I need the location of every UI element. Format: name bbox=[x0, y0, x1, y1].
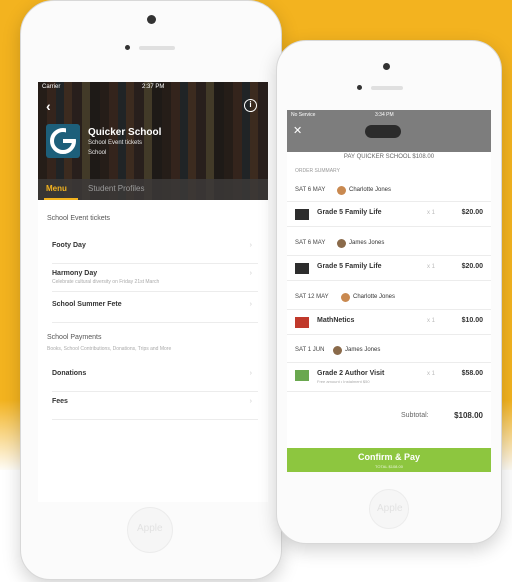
back-arrow-icon[interactable]: ‹ bbox=[46, 98, 51, 114]
list-item-donations[interactable]: Donations › bbox=[52, 364, 258, 392]
student-name: Charlotte Jones bbox=[349, 187, 392, 193]
confirm-pay-button[interactable]: Confirm & Pay TOTAL $108.00 bbox=[287, 448, 491, 472]
subtotal-value: $108.00 bbox=[454, 411, 483, 420]
status-carrier: Carrier bbox=[42, 84, 61, 90]
pay-title: PAY QUICKER SCHOOL $108.00 bbox=[343, 154, 435, 160]
section-title: School Payments bbox=[47, 334, 102, 341]
order-item[interactable]: Grade 2 Author Visit Free amount • Insta… bbox=[287, 362, 491, 392]
item-price: $58.00 bbox=[461, 370, 483, 377]
section-title: School Event tickets bbox=[47, 215, 111, 222]
order-item[interactable]: Grade 5 Family Life x 1 $20.00 bbox=[287, 201, 491, 227]
subtotal-label: Subtotal: bbox=[401, 412, 429, 419]
event-icon bbox=[295, 263, 309, 274]
item-label: Footy Day bbox=[52, 242, 86, 249]
order-date: SAT 6 MAY bbox=[295, 240, 326, 246]
right-screen: No Service 3:34 PM ✕ PAY QUICKER SCHOOL … bbox=[287, 110, 491, 472]
item-name: MathNetics bbox=[317, 317, 355, 324]
chevron-right-icon: › bbox=[249, 370, 252, 377]
chevron-right-icon: › bbox=[249, 398, 252, 405]
left-screen: Carrier 2:37 PM ‹ i Quicker School Schoo… bbox=[38, 82, 268, 502]
item-subtitle: Free amount • Instalment $50 bbox=[317, 379, 370, 384]
avatar bbox=[337, 239, 346, 248]
chevron-right-icon: › bbox=[249, 242, 252, 249]
home-logo: Apple bbox=[377, 503, 403, 514]
school-subtitle: School Event tickets bbox=[88, 140, 143, 146]
order-item[interactable]: Grade 5 Family Life x 1 $20.00 bbox=[287, 255, 491, 281]
tab-indicator bbox=[44, 198, 78, 200]
item-price: $20.00 bbox=[461, 209, 483, 216]
student-name: Charlotte Jones bbox=[353, 294, 396, 300]
author-visit-icon bbox=[295, 370, 309, 381]
order-date: SAT 1 JUN bbox=[295, 347, 325, 353]
avatar bbox=[337, 186, 346, 195]
school-name: Quicker School bbox=[88, 127, 162, 138]
avatar bbox=[341, 293, 350, 302]
status-carrier: No Service bbox=[291, 112, 316, 118]
front-camera bbox=[383, 63, 390, 70]
confirm-pay-label: Confirm & Pay bbox=[357, 452, 420, 462]
app-logo bbox=[365, 125, 401, 138]
item-name: Grade 5 Family Life bbox=[317, 263, 382, 270]
home-logo: Apple bbox=[137, 523, 163, 534]
item-name: Grade 5 Family Life bbox=[317, 209, 382, 216]
item-label: Harmony Day bbox=[52, 270, 98, 277]
item-label: Fees bbox=[52, 398, 68, 405]
order-date: SAT 12 MAY bbox=[295, 294, 329, 300]
status-time: 2:37 PM bbox=[142, 84, 165, 90]
avatar bbox=[333, 346, 342, 355]
speaker bbox=[371, 86, 403, 90]
item-price: $20.00 bbox=[461, 263, 483, 270]
school-logo bbox=[46, 124, 80, 158]
status-time: 3:34 PM bbox=[375, 112, 394, 118]
order-group-header: SAT 1 JUN James Jones bbox=[287, 345, 491, 359]
order-group-header: SAT 12 MAY Charlotte Jones bbox=[287, 292, 491, 306]
list-item-harmony-day[interactable]: Harmony Day Celebrate cultural diversity… bbox=[52, 264, 258, 292]
item-label: Donations bbox=[52, 370, 87, 377]
mathnetics-logo-icon bbox=[295, 317, 309, 328]
school-category: School bbox=[88, 150, 107, 156]
order-group-header: SAT 6 MAY James Jones bbox=[287, 238, 491, 252]
item-qty: x 1 bbox=[427, 318, 436, 324]
order-item[interactable]: MathNetics x 1 $10.00 bbox=[287, 309, 491, 335]
item-label: School Summer Fete bbox=[52, 301, 122, 308]
order-group-header: SAT 6 MAY Charlotte Jones bbox=[287, 185, 491, 199]
chevron-right-icon: › bbox=[249, 270, 252, 277]
item-name: Grade 2 Author Visit bbox=[317, 370, 385, 377]
chevron-right-icon: › bbox=[249, 301, 252, 308]
confirm-pay-total: TOTAL $108.00 bbox=[375, 464, 403, 469]
event-icon bbox=[295, 209, 309, 220]
info-icon[interactable]: i bbox=[244, 99, 257, 112]
item-qty: x 1 bbox=[427, 210, 436, 216]
list-item-fees[interactable]: Fees › bbox=[52, 392, 258, 420]
order-date: SAT 6 MAY bbox=[295, 187, 326, 193]
tab-student-profiles[interactable]: Student Profiles bbox=[88, 184, 144, 193]
item-qty: x 1 bbox=[427, 371, 436, 377]
close-icon[interactable]: ✕ bbox=[293, 124, 302, 137]
list-item-school-summer-fete[interactable]: School Summer Fete › bbox=[52, 295, 258, 323]
tab-bar: Menu Student Profiles bbox=[38, 179, 268, 200]
student-name: James Jones bbox=[349, 240, 385, 246]
sensor bbox=[357, 85, 362, 90]
checkout-header: No Service 3:34 PM ✕ bbox=[287, 110, 491, 152]
item-qty: x 1 bbox=[427, 264, 436, 270]
list-item-footy-day[interactable]: Footy Day › bbox=[52, 236, 258, 264]
item-subtitle: Celebrate cultural diversity on Friday 2… bbox=[52, 279, 160, 285]
item-price: $10.00 bbox=[461, 317, 483, 324]
student-name: James Jones bbox=[345, 347, 381, 353]
tab-menu[interactable]: Menu bbox=[46, 184, 67, 193]
order-summary-label: ORDER SUMMARY bbox=[295, 168, 340, 174]
sensor bbox=[125, 45, 130, 50]
front-camera bbox=[147, 15, 156, 24]
speaker bbox=[139, 46, 175, 50]
section-subtitle: Books, School Contributions, Donations, … bbox=[47, 346, 172, 352]
